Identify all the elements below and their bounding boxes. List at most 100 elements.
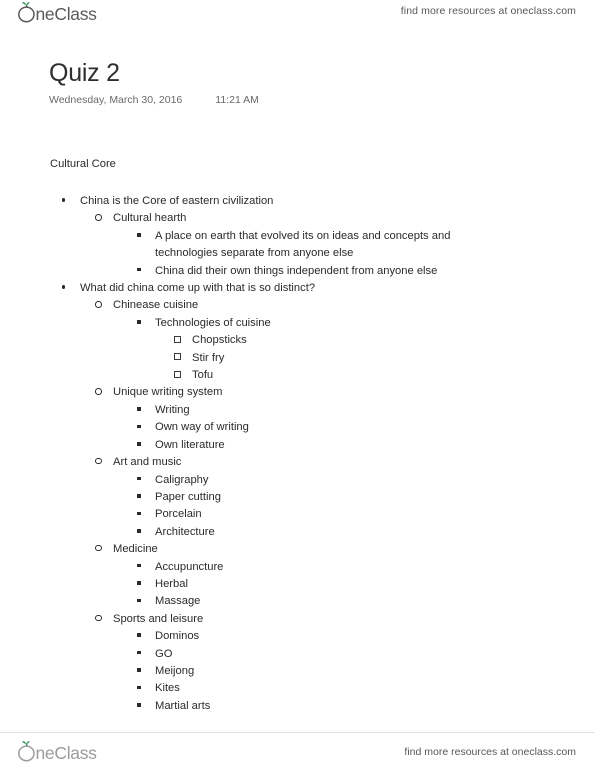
bullet-square-icon <box>137 506 155 523</box>
bullet-square-icon <box>137 559 155 576</box>
outline-item-text: A place on earth that evolved its on ide… <box>155 229 451 260</box>
bullet-square-icon <box>137 698 155 715</box>
header-brand-logo: neClass <box>16 1 120 25</box>
section-heading: Cultural Core <box>50 158 116 170</box>
outline-list: China is the Core of eastern civilizatio… <box>0 193 595 715</box>
outline-item: GO <box>0 646 595 663</box>
page-header: neClass find more resources at oneclass.… <box>0 0 595 34</box>
footer-brand-logo: neClass <box>16 740 120 764</box>
bullet-square-icon <box>137 524 155 541</box>
outline-item-text: China is the Core of eastern civilizatio… <box>80 195 274 207</box>
outline-item-text: Unique writing system <box>113 386 223 399</box>
bullet-hollow-square-icon <box>174 367 192 384</box>
outline-item-text: Medicine <box>113 543 158 556</box>
svg-text:neClass: neClass <box>36 743 98 763</box>
outline-item: Cultural hearth <box>0 210 595 227</box>
page-title: Quiz 2 <box>49 59 120 87</box>
outline-item: A place on earth that evolved its on ide… <box>0 228 595 263</box>
outline-item-text: Dominos <box>155 630 200 643</box>
bullet-square-icon <box>137 680 155 697</box>
outline-item-text: What did china come up with that is so d… <box>80 282 316 295</box>
outline-item-text: Caligraphy <box>155 473 209 486</box>
outline-item-text: China did their own things independent f… <box>155 264 438 277</box>
bullet-square-icon <box>137 646 155 663</box>
bullet-circle-icon <box>95 541 113 558</box>
bullet-square-icon <box>137 576 155 593</box>
outline-item: Martial arts <box>0 698 595 715</box>
outline-item-text: Architecture <box>155 525 215 538</box>
outline-item-text: GO <box>155 647 173 660</box>
outline-item: Medicine <box>0 541 595 558</box>
bullet-circle-icon <box>95 454 113 471</box>
outline-item: China did their own things independent f… <box>0 263 595 280</box>
outline-item-text: Cultural hearth <box>113 212 187 225</box>
outline-item-text: Herbal <box>155 577 188 590</box>
bullet-square-icon <box>137 228 155 245</box>
outline-item: Tofu <box>0 367 595 384</box>
outline-item: Art and music <box>0 454 595 471</box>
outline-item: Stir fry <box>0 350 595 367</box>
title-block: Quiz 2 Wednesday, March 30, 2016 11:21 A… <box>49 59 259 107</box>
oneclass-sprout-logo-icon: neClass <box>18 740 98 763</box>
outline-item-text: Porcelain <box>155 508 202 521</box>
outline-item-text: Own literature <box>155 438 225 451</box>
bullet-square-icon <box>137 437 155 454</box>
header-tagline: find more resources at oneclass.com <box>400 5 576 17</box>
outline-item: Dominos <box>0 628 595 645</box>
document-body: Cultural Core China is the Core of easte… <box>0 156 595 715</box>
bullet-hollow-square-icon <box>174 350 192 367</box>
outline-item: China is the Core of eastern civilizatio… <box>0 193 595 210</box>
outline-item-text: Chopsticks <box>192 334 247 347</box>
bullet-square-icon <box>137 489 155 506</box>
outline-item-text: Sports and leisure <box>113 612 204 625</box>
outline-item: Writing <box>0 402 595 419</box>
outline-item: Architecture <box>0 524 595 541</box>
outline-item-text: Martial arts <box>155 699 211 712</box>
outline-item: Caligraphy <box>0 472 595 489</box>
outline-item: Own way of writing <box>0 419 595 436</box>
outline-item: Herbal <box>0 576 595 593</box>
outline-item-text: Own way of writing <box>155 421 249 434</box>
document-meta: Wednesday, March 30, 2016 11:21 AM <box>49 94 259 106</box>
outline-item-text: Art and music <box>113 456 182 469</box>
outline-item: Massage <box>0 593 595 610</box>
bullet-square-icon <box>137 419 155 436</box>
outline-item-text: Massage <box>155 595 201 608</box>
outline-item: Accupuncture <box>0 559 595 576</box>
outline-item: Sports and leisure <box>0 611 595 628</box>
outline-item-text: Accupuncture <box>155 560 224 573</box>
page-footer: neClass find more resources at oneclass.… <box>0 732 595 770</box>
outline-item: Unique writing system <box>0 384 595 401</box>
svg-text:neClass: neClass <box>36 4 98 24</box>
bullet-circle-icon <box>95 384 113 401</box>
footer-tagline: find more resources at oneclass.com <box>404 745 576 758</box>
outline-item-text: Writing <box>155 403 190 416</box>
document-time: 11:21 AM <box>215 94 259 106</box>
outline-item-text: Stir fry <box>192 351 225 364</box>
outline-item: Technologies of cuisine <box>0 315 595 332</box>
bullet-circle-icon <box>95 611 113 628</box>
document-date: Wednesday, March 30, 2016 <box>49 94 183 106</box>
bullet-disc-icon <box>62 193 80 210</box>
outline-item: What did china come up with that is so d… <box>0 280 595 297</box>
bullet-square-icon <box>137 593 155 610</box>
outline-item: Chinease cuisine <box>0 297 595 314</box>
outline-item-text: Kites <box>155 682 180 695</box>
outline-item-text: Technologies of cuisine <box>155 316 271 329</box>
bullet-disc-icon <box>62 280 80 297</box>
outline-item-text: Tofu <box>192 369 214 382</box>
bullet-square-icon <box>137 402 155 419</box>
bullet-hollow-square-icon <box>174 332 192 349</box>
outline-item: Kites <box>0 680 595 697</box>
outline-item-text: Paper cutting <box>155 490 221 503</box>
outline-item-text: Meijong <box>155 664 195 677</box>
outline-item: Paper cutting <box>0 489 595 506</box>
bullet-circle-icon <box>95 210 113 227</box>
outline-item: Own literature <box>0 437 595 454</box>
outline-item: Chopsticks <box>0 332 595 349</box>
outline-item-text: Chinease cuisine <box>113 299 199 312</box>
bullet-square-icon <box>137 315 155 332</box>
oneclass-sprout-logo-icon: neClass <box>18 2 98 24</box>
outline-item: Porcelain <box>0 506 595 523</box>
bullet-square-icon <box>137 472 155 489</box>
